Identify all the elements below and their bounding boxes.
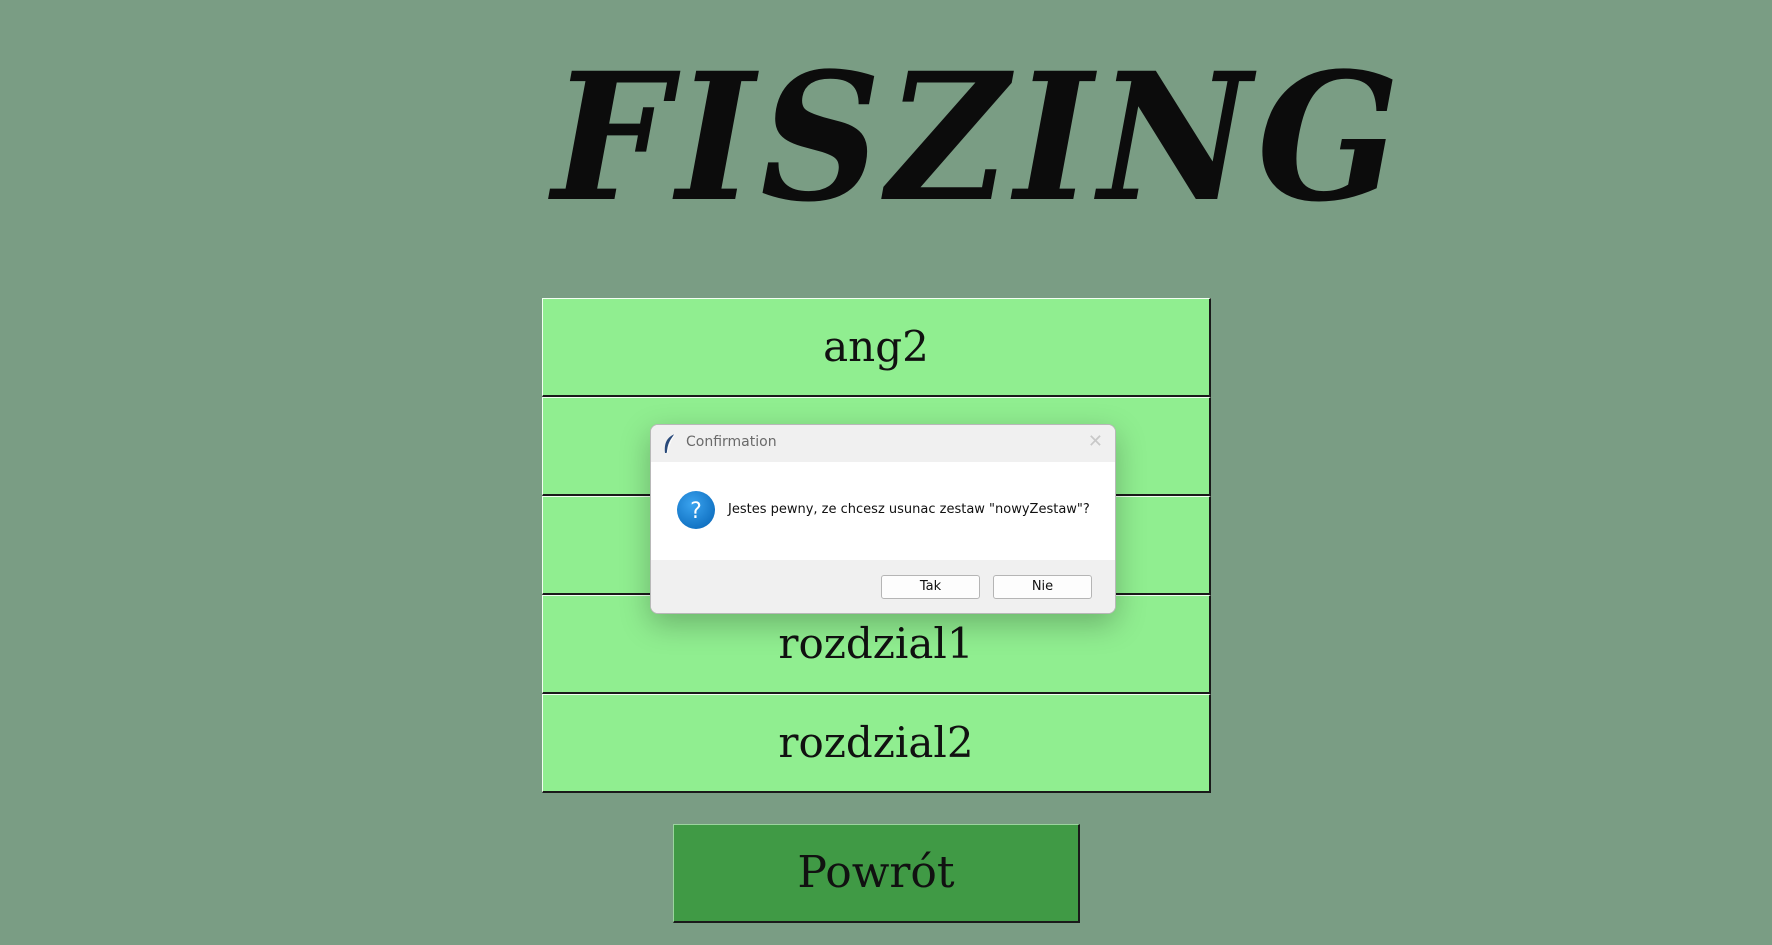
dialog-title: Confirmation [686,434,777,450]
feather-icon [661,433,679,455]
yes-button[interactable]: Tak [881,575,980,599]
app-title: FISZING [552,34,1406,241]
dialog-message: Jestes pewny, ze chcesz usunac zestaw "n… [728,502,1090,517]
set-button-ang2[interactable]: ang2 [542,298,1211,397]
confirmation-dialog: Confirmation ✕ ? Jestes pewny, ze chcesz… [650,424,1116,614]
question-icon: ? [676,490,716,530]
set-button-rozdzial2[interactable]: rozdzial2 [542,694,1211,793]
no-button[interactable]: Nie [993,575,1092,599]
dialog-titlebar[interactable]: Confirmation ✕ [651,425,1115,462]
dialog-footer: Tak Nie [651,560,1115,613]
svg-text:?: ? [690,499,702,524]
close-icon[interactable]: ✕ [1088,431,1103,452]
back-button[interactable]: Powrót [673,824,1080,923]
